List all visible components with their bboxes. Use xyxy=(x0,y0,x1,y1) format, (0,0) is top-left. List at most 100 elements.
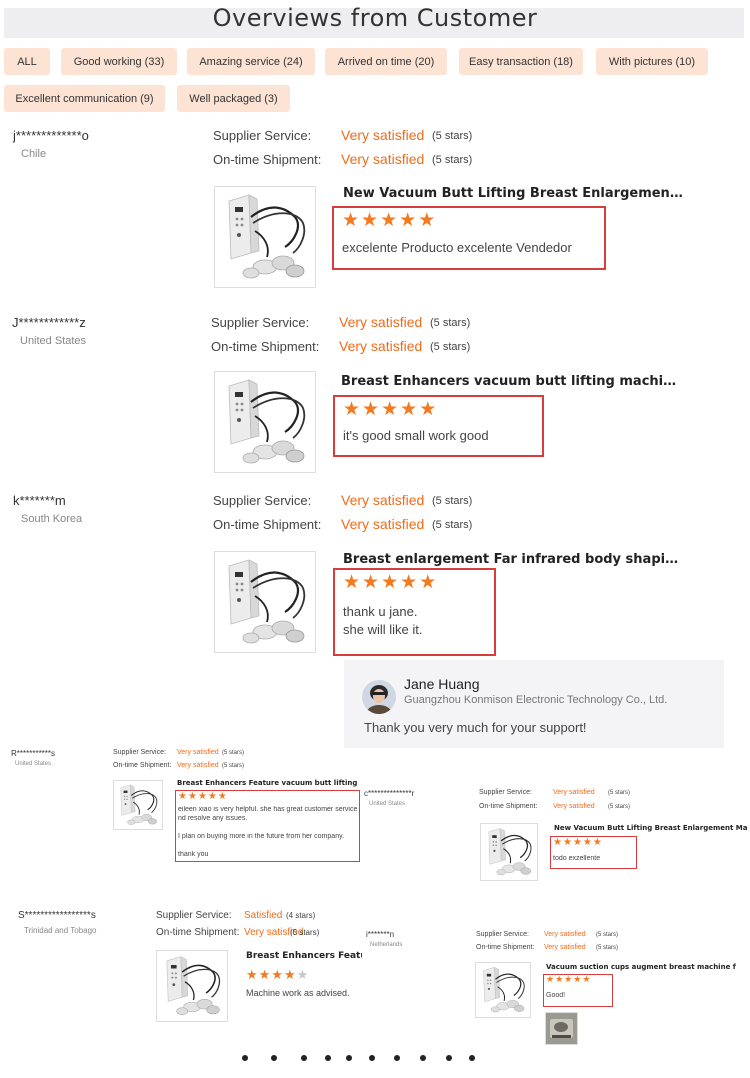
ontime-shipment-label: On-time Shipment: xyxy=(479,803,538,810)
reviewer-name: i*******n xyxy=(366,930,395,939)
star-icon: ★ xyxy=(381,571,399,593)
review-comment: todo exzellente xyxy=(553,855,601,862)
filter-tag[interactable]: With pictures (10) xyxy=(596,48,708,75)
star-rating: ★ ★ ★ ★ ★ xyxy=(553,838,602,848)
page-title: Overviews from Customer xyxy=(212,4,538,32)
filter-tag[interactable]: ALL xyxy=(4,48,50,75)
product-thumbnail[interactable] xyxy=(113,780,163,830)
star-icon: ★ xyxy=(271,968,283,983)
supplier-service-value: Very satisfied xyxy=(339,314,423,330)
product-title[interactable]: Breast Enhancers Feature vacuum butt lif… xyxy=(177,779,357,787)
star-icon: ★ xyxy=(187,791,197,802)
star-icon: ★ xyxy=(296,968,309,983)
filter-tag[interactable]: Good working (33) xyxy=(61,48,177,75)
ontime-shipment-value: Very satisfied xyxy=(341,151,425,167)
review-comment: Machine work as advised. xyxy=(246,988,350,998)
reviewer-name: c**************r xyxy=(364,789,415,798)
star-icon: ★ xyxy=(419,571,437,593)
supplier-service-stars: (4 stars) xyxy=(286,911,316,920)
filter-tag[interactable]: Easy transaction (18) xyxy=(459,48,583,75)
ontime-shipment-stars: (5 stars) xyxy=(222,763,245,769)
review-comment: excelente Producto excelente Vendedor xyxy=(342,240,572,255)
star-icon: ★ xyxy=(178,791,187,802)
product-thumbnail[interactable] xyxy=(214,186,316,288)
review-comment: thank u jane. xyxy=(343,604,418,619)
page-dot[interactable] xyxy=(346,1055,352,1061)
star-icon: ★ xyxy=(564,975,573,985)
supplier-service-value: Very satisfied xyxy=(177,749,219,756)
star-rating: ★ ★ ★ ★ ★ xyxy=(343,573,436,592)
ontime-shipment-value: Very satisfied xyxy=(341,516,425,532)
product-thumbnail[interactable] xyxy=(156,950,228,1022)
reviewer-name: R***********s xyxy=(11,749,56,758)
product-title[interactable]: Breast Enhancers vacuum butt lifting mac… xyxy=(341,374,681,389)
product-thumbnail[interactable] xyxy=(214,371,316,473)
filter-tag[interactable]: Amazing service (24) xyxy=(187,48,315,75)
reviewer-name: S*****************s xyxy=(18,910,96,921)
product-title[interactable]: New Vacuum Butt Lifting Breast Enlargeme… xyxy=(554,824,748,832)
reviewer-country: Trinidad and Tobago xyxy=(24,926,97,935)
ontime-shipment-label: On-time Shipment: xyxy=(213,517,322,532)
page-dot[interactable] xyxy=(325,1055,331,1061)
supplier-service-label: Supplier Service: xyxy=(213,493,312,508)
star-icon: ★ xyxy=(380,209,398,231)
ontime-shipment-stars: (5 stars) xyxy=(596,945,619,951)
ontime-shipment-value: Very satisfied xyxy=(553,803,595,810)
review-comment: eileen xiao is very helpful. she has gre… xyxy=(178,806,360,813)
ontime-shipment-label: On-time Shipment: xyxy=(476,944,535,951)
star-icon: ★ xyxy=(555,975,564,985)
supplier-service-stars: (5 stars) xyxy=(222,750,245,756)
page-dot[interactable] xyxy=(420,1055,426,1061)
star-icon: ★ xyxy=(207,791,217,802)
customer-photo[interactable] xyxy=(545,1012,578,1045)
product-title[interactable]: Breast Enhancers Feature v xyxy=(246,951,362,961)
supplier-service-label: Supplier Service: xyxy=(156,910,232,921)
supplier-service-label: Supplier Service: xyxy=(479,789,532,796)
product-title[interactable]: New Vacuum Butt Lifting Breast Enlargeme… xyxy=(343,186,683,201)
star-rating: ★ ★ ★ ★ ★ xyxy=(546,976,590,985)
reviewer-country: United States xyxy=(15,761,52,767)
star-icon: ★ xyxy=(546,975,555,985)
star-icon: ★ xyxy=(343,398,361,420)
ontime-shipment-stars: (5 stars) xyxy=(608,804,631,810)
supplier-service-value: Very satisfied xyxy=(341,127,425,143)
supplier-service-stars: (5 stars) xyxy=(608,790,631,796)
star-icon: ★ xyxy=(592,837,602,848)
page-dot[interactable] xyxy=(369,1055,375,1061)
supplier-service-value: Very satisfied xyxy=(544,931,586,938)
product-title[interactable]: Breast enlargement Far infrared body sha… xyxy=(343,552,683,567)
product-thumbnail[interactable] xyxy=(214,551,316,653)
page-dot[interactable] xyxy=(394,1055,400,1061)
review-comment: I plan on buying more in the future from… xyxy=(178,833,345,840)
star-rating: ★ ★ ★ ★ ★ xyxy=(343,400,436,419)
star-icon: ★ xyxy=(419,398,437,420)
star-icon: ★ xyxy=(400,398,418,420)
reviewer-country: South Korea xyxy=(21,513,83,525)
filter-tag[interactable]: Arrived on time (20) xyxy=(325,48,447,75)
review-comment: it's good small work good xyxy=(343,428,489,443)
filter-tag[interactable]: Well packaged (3) xyxy=(177,85,290,112)
page-dot[interactable] xyxy=(242,1055,248,1061)
star-icon: ★ xyxy=(399,209,417,231)
star-icon: ★ xyxy=(553,837,562,848)
page-dot[interactable] xyxy=(469,1055,475,1061)
star-icon: ★ xyxy=(217,791,227,802)
star-icon: ★ xyxy=(362,398,380,420)
star-icon: ★ xyxy=(342,209,360,231)
product-thumbnail[interactable] xyxy=(480,823,538,881)
reply-message: Thank you very much for your support! xyxy=(364,720,587,735)
page-dot[interactable] xyxy=(446,1055,452,1061)
ontime-shipment-stars: (5 stars) xyxy=(290,928,320,937)
supplier-service-stars: (5 stars) xyxy=(432,130,473,142)
product-thumbnail[interactable] xyxy=(475,962,531,1018)
supplier-service-label: Supplier Service: xyxy=(211,315,310,330)
reviewer-name: k*******m xyxy=(13,493,66,508)
page-dot[interactable] xyxy=(271,1055,277,1061)
product-title[interactable]: Vacuum suction cups augment breast machi… xyxy=(546,963,736,971)
star-icon: ★ xyxy=(418,209,436,231)
star-icon: ★ xyxy=(400,571,418,593)
ontime-shipment-label: On-time Shipment: xyxy=(211,339,320,354)
filter-tag[interactable]: Excellent communication (9) xyxy=(4,85,165,112)
page-dot[interactable] xyxy=(301,1055,307,1061)
review-comment: she will like it. xyxy=(343,622,423,637)
